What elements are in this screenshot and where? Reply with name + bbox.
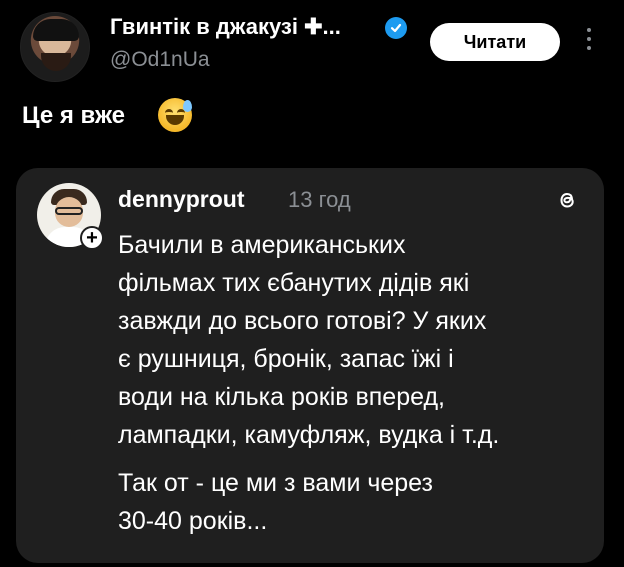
avatar-glasses	[55, 207, 83, 215]
quoted-paragraph: Бачили в американських фільмах тих єбану…	[118, 231, 500, 449]
avatar-cap	[33, 19, 79, 41]
author-display-name[interactable]: Гвинтік в джакузі ✚...	[110, 14, 341, 40]
verified-badge-icon	[385, 17, 407, 39]
post-text: Це я вже	[22, 102, 125, 129]
quoted-timestamp: 13 год	[288, 187, 351, 212]
follow-plus-icon[interactable]: +	[80, 226, 104, 250]
grinning-sweat-emoji	[158, 98, 192, 132]
quoted-username[interactable]: dennyprout	[118, 186, 245, 213]
author-handle[interactable]: @Od1nUa	[110, 48, 210, 72]
post-header: Гвинтік в джакузі ✚... @Od1nUa Читати	[0, 0, 624, 90]
quoted-paragraph: Так от - це ми з вами через 30-40 років.…	[118, 469, 434, 535]
avatar-beard	[41, 53, 71, 71]
quoted-post-body: Бачили в американських фільмах тих єбану…	[118, 226, 588, 540]
follow-button[interactable]: Читати	[430, 23, 560, 61]
more-vertical-icon[interactable]	[586, 28, 592, 54]
threads-logo-icon[interactable]	[555, 188, 579, 212]
author-avatar[interactable]	[20, 12, 90, 82]
